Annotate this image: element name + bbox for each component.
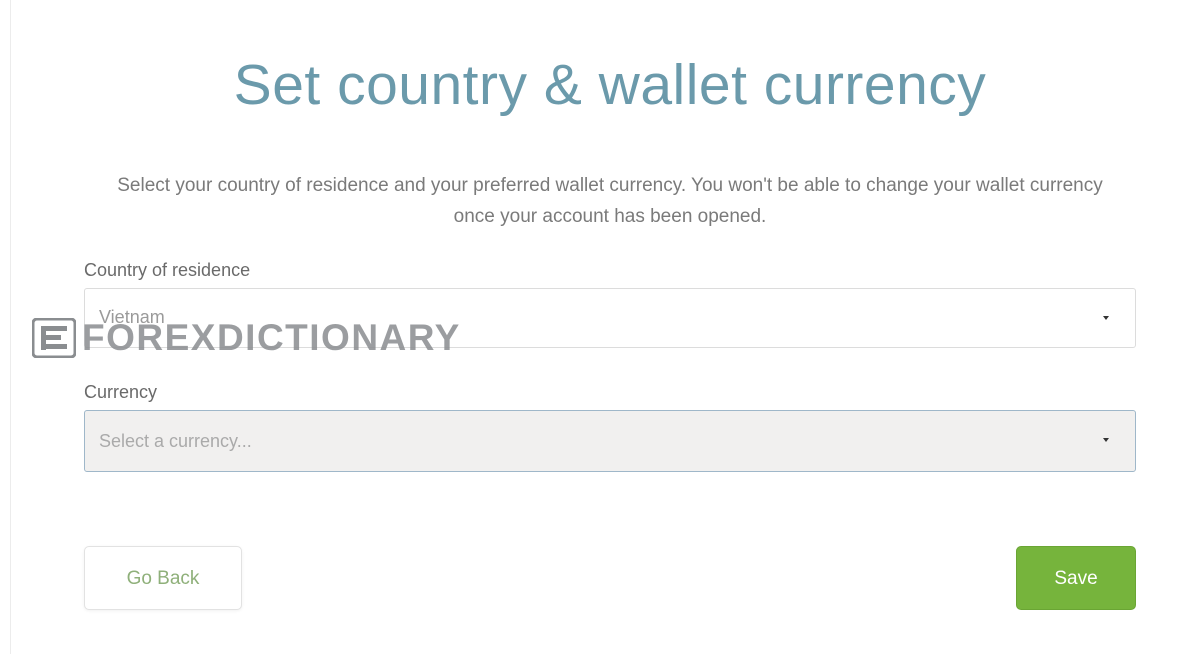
currency-label: Currency bbox=[84, 382, 158, 402]
currency-select-placeholder: Select a currency... bbox=[99, 431, 252, 451]
caret-down-icon bbox=[1103, 316, 1109, 320]
watermark-text: FOREXDICTIONARY bbox=[82, 317, 461, 358]
country-label: Country of residence bbox=[84, 260, 251, 280]
page-subtitle: Select your country of residence and you… bbox=[117, 175, 1103, 227]
forexdictionary-logo-icon bbox=[32, 318, 76, 358]
caret-down-icon bbox=[1103, 438, 1109, 442]
go-back-button[interactable]: Go Back bbox=[84, 546, 242, 610]
page-title: Set country & wallet currency bbox=[233, 53, 987, 117]
set-currency-page: Set country & wallet currency Select you… bbox=[0, 0, 1196, 654]
watermark: FOREXDICTIONARY bbox=[32, 314, 461, 362]
currency-select[interactable]: Select a currency... bbox=[84, 410, 1136, 472]
save-button[interactable]: Save bbox=[1016, 546, 1136, 610]
